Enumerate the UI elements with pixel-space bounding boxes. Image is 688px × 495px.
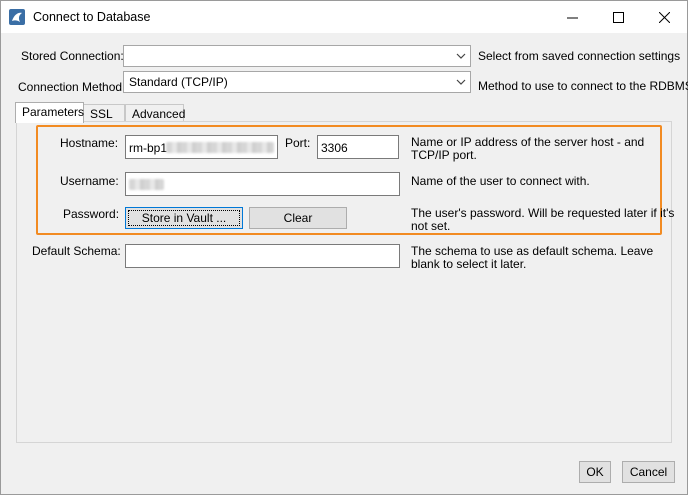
tab-advanced-label: Advanced — [132, 107, 186, 121]
default-schema-label: Default Schema: — [32, 244, 121, 258]
hostname-input[interactable]: rm-bp1 — [125, 135, 278, 159]
password-description-line1: The user's password. Will be requested l… — [411, 206, 675, 220]
mysql-workbench-dolphin-icon — [9, 9, 25, 25]
window-title: Connect to Database — [33, 10, 151, 24]
redacted-mask — [166, 142, 274, 153]
username-label: Username: — [60, 174, 119, 188]
connection-method-select[interactable]: Standard (TCP/IP) — [123, 71, 471, 93]
connection-method-description: Method to use to connect to the RDBMS — [478, 79, 688, 93]
redacted-mask — [129, 179, 164, 190]
stored-connection-select[interactable] — [123, 45, 471, 67]
hostname-description-line2: TCP/IP port. — [411, 148, 477, 162]
cancel-button[interactable]: Cancel — [622, 461, 675, 483]
maximize-icon — [612, 11, 624, 23]
chevron-down-icon — [456, 79, 466, 85]
stored-connection-description: Select from saved connection settings — [478, 49, 681, 63]
connect-dialog: Connect to Database Stored Connection: S… — [0, 0, 688, 495]
store-in-vault-button[interactable]: Store in Vault ... — [125, 207, 243, 229]
minimize-button[interactable] — [549, 1, 595, 33]
port-input[interactable]: 3306 — [317, 135, 399, 159]
title-bar[interactable]: Connect to Database — [1, 1, 687, 33]
close-icon — [658, 11, 670, 23]
tab-parameters-label: Parameters — [22, 105, 85, 119]
username-description: Name of the user to connect with. — [411, 174, 590, 188]
password-description-line2: not set. — [411, 219, 451, 233]
password-label: Password: — [63, 207, 120, 221]
password-description: The user's password. Will be requested l… — [411, 207, 674, 233]
port-value: 3306 — [321, 141, 348, 155]
hostname-value: rm-bp1 — [129, 141, 168, 155]
cancel-label: Cancel — [629, 465, 668, 479]
chevron-down-icon — [456, 53, 466, 59]
clear-password-button[interactable]: Clear — [249, 207, 347, 229]
ok-button[interactable]: OK — [579, 461, 611, 483]
connection-method-label: Connection Method: — [18, 80, 126, 94]
default-schema-input[interactable] — [125, 244, 400, 268]
maximize-button[interactable] — [595, 1, 641, 33]
hostname-description: Name or IP address of the server host - … — [411, 136, 644, 162]
minimize-icon — [566, 17, 578, 18]
username-input[interactable] — [125, 172, 400, 196]
tab-parameters[interactable]: Parameters — [15, 102, 84, 123]
close-button[interactable] — [641, 1, 687, 33]
default-schema-description: The schema to use as default schema. Lea… — [411, 245, 653, 271]
focus-ring — [128, 210, 240, 226]
hostname-label: Hostname: — [60, 136, 119, 150]
ok-label: OK — [586, 465, 604, 479]
stored-connection-label: Stored Connection: — [21, 49, 124, 63]
port-label: Port: — [285, 136, 311, 150]
tab-ssl-label: SSL — [90, 107, 113, 121]
connection-method-value: Standard (TCP/IP) — [129, 75, 228, 89]
default-schema-description-line2: blank to select it later. — [411, 257, 527, 271]
clear-password-label: Clear — [283, 211, 313, 225]
